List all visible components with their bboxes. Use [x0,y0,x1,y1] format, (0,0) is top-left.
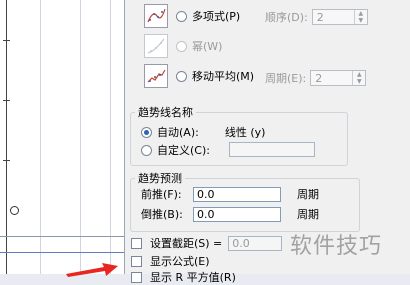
show-r2-label: 显示 R 平方值(R) [150,271,236,284]
show-formula-label: 显示公式(E) [150,255,210,268]
pointer-arrow-icon [66,263,118,277]
chart-area [0,0,125,274]
intercept-input[interactable]: 0.0 [228,235,283,251]
polynomial-label: 多项式(P) [192,10,241,23]
power-label: 幂(W) [192,40,223,53]
auto-name-row[interactable]: 自动(A): 线性 (y) [141,124,265,140]
custom-name-label: 自定义(C): [157,144,210,157]
intercept-checkbox[interactable] [131,237,142,249]
trendline-name-title: 趋势线名称 [135,104,196,120]
moving-average-trend-icon [144,64,168,88]
chart-axis-tick [3,160,10,161]
intercept-row[interactable]: 设置截距(S) = 0.0 [131,235,283,251]
chart-axis-tick [3,100,10,101]
show-r2-checkbox[interactable] [131,271,142,283]
forward-unit: 周期 [297,188,319,201]
power-option-row: 幂(W) [144,34,222,58]
polynomial-trend-icon [144,4,168,28]
auto-name-radio[interactable] [141,126,152,138]
backward-unit: 周期 [297,208,319,221]
show-formula-row[interactable]: 显示公式(E) [131,253,210,269]
custom-name-radio[interactable] [141,144,152,156]
custom-name-input[interactable] [229,142,315,157]
auto-name-label: 自动(A): [157,126,199,139]
order-spinner-arrows[interactable]: ▲ ▼ [353,10,367,24]
forward-input[interactable]: 0.0 [193,186,281,202]
forward-label: 前推(F): [141,188,182,201]
period-spinner-arrows[interactable]: ▲ ▼ [352,71,365,85]
chart-series-line [0,252,124,253]
polynomial-radio[interactable] [176,10,187,22]
watermark-text: 软件技巧 [290,234,383,259]
backward-label: 倒推(B): [141,208,183,221]
polynomial-option-row[interactable]: 多项式(P) [144,4,240,28]
chart-axis [6,0,7,274]
order-spinner[interactable]: 2 ▲ ▼ [311,9,368,25]
chart-gridline [40,0,41,274]
period-value: 2 [315,71,323,85]
show-r2-row[interactable]: 显示 R 平方值(R) [131,269,236,285]
chart-gridline [110,0,111,274]
order-control: 顺序(D): 2 ▲ ▼ [265,9,368,25]
forward-row: 前推(F): 0.0 周期 [141,186,319,202]
period-control: 周期(E): 2 ▲ ▼ [265,70,367,86]
backward-row: 倒推(B): 0.0 周期 [141,206,319,222]
moving-average-option-row[interactable]: 移动平均(M) [144,64,254,88]
power-trend-icon [144,34,168,58]
power-radio [176,40,187,52]
backward-input[interactable]: 0.0 [193,206,281,222]
custom-name-row[interactable]: 自定义(C): [141,142,210,158]
chart-gridline [80,0,81,274]
moving-average-label: 移动平均(M) [192,70,255,83]
chart-axis-tick [3,40,10,41]
show-formula-checkbox[interactable] [131,255,142,267]
order-label: 顺序(D): [265,11,308,24]
moving-average-radio[interactable] [176,70,187,82]
chart-divider [0,236,124,237]
chart-marker[interactable] [10,206,19,215]
auto-name-value: 线性 (y) [224,126,266,139]
order-value: 2 [316,10,324,24]
forecast-title: 趋势预测 [135,170,185,186]
period-spinner[interactable]: 2 ▲ ▼ [310,70,367,86]
intercept-label: 设置截距(S) = [150,237,223,250]
period-label: 周期(E): [265,72,307,85]
